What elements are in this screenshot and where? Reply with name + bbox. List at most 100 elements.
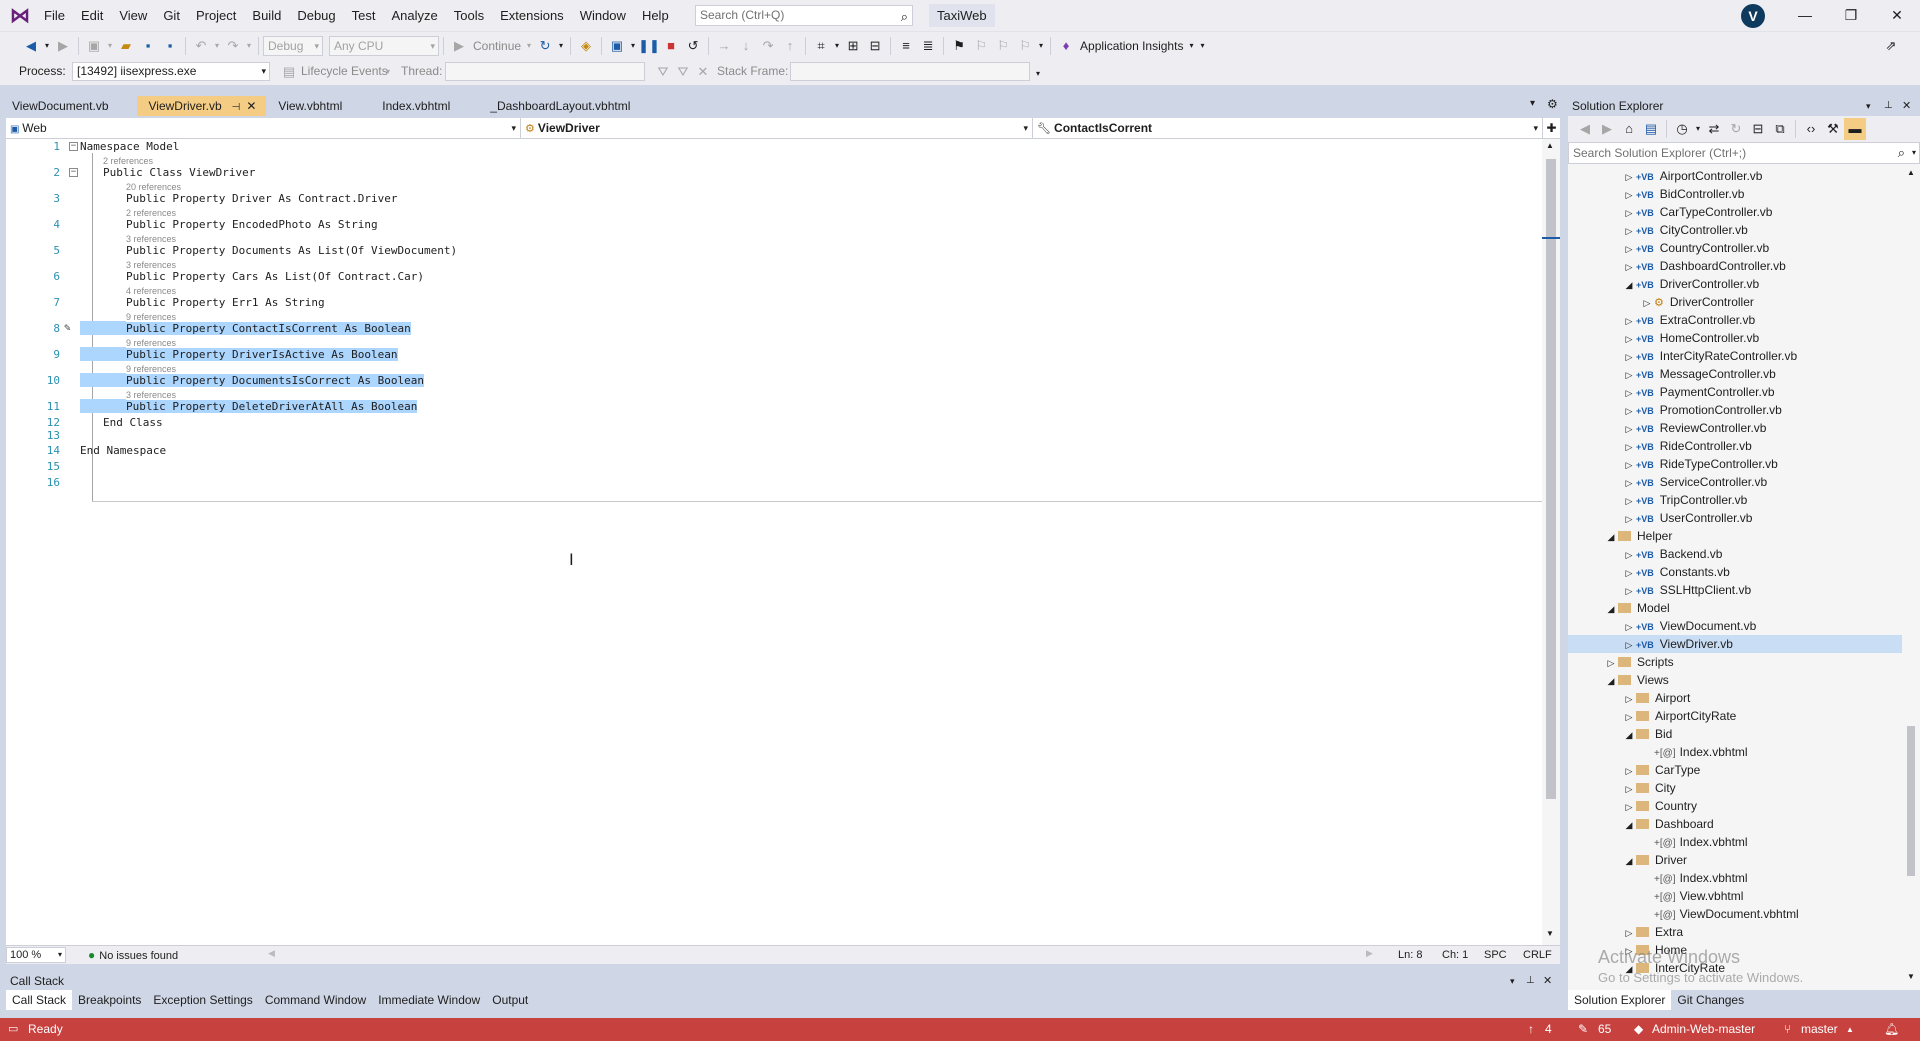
menu-edit[interactable]: Edit	[73, 0, 111, 31]
scroll-thumb[interactable]	[1907, 726, 1915, 876]
split-editor-icon[interactable]: ✚	[1543, 121, 1560, 135]
collapsed-arrow-icon[interactable]: ▷	[1622, 204, 1636, 222]
tree-item[interactable]: ▷ +VB Constants.vb	[1568, 563, 1902, 581]
collapsed-arrow-icon[interactable]: ▷	[1622, 618, 1636, 636]
quick-actions-pencil-icon[interactable]: ✎	[64, 321, 71, 334]
hscroll-left-icon[interactable]: ◀	[268, 948, 275, 959]
pending-changes-count[interactable]: 65	[1598, 1018, 1611, 1041]
tree-item[interactable]: ◢ +VB DriverController.vb	[1568, 275, 1902, 293]
forward-icon[interactable]: ▶	[1596, 118, 1618, 140]
pending-changes-filter-icon[interactable]: ◷	[1671, 118, 1693, 140]
dropdown-arrow-icon[interactable]: ▾	[1036, 35, 1046, 57]
tree-item[interactable]: ◢ Bid	[1568, 725, 1902, 743]
restart-debug-icon[interactable]: ↺	[682, 35, 704, 57]
codelens-references[interactable]: 2 references	[103, 156, 153, 166]
document-tab[interactable]: ViewDriver.vb ⊣ ✕	[136, 96, 267, 116]
bottom-tab-breakpoints[interactable]: Breakpoints	[72, 990, 147, 1010]
restore-icon[interactable]: ❐	[1828, 0, 1874, 31]
pin-icon[interactable]: ⊥	[1884, 96, 1893, 116]
dropdown-arrow-icon[interactable]: ▾	[105, 35, 115, 57]
refresh-icon[interactable]: ↻	[1725, 118, 1747, 140]
menu-help[interactable]: Help	[634, 0, 677, 31]
minimize-icon[interactable]: —	[1782, 0, 1828, 31]
play-icon[interactable]: ▶	[448, 35, 470, 57]
dropdown-arrow-icon[interactable]: ▾	[1693, 118, 1703, 140]
code-line[interactable]: End Class	[103, 416, 163, 430]
collapsed-arrow-icon[interactable]: ▷	[1622, 402, 1636, 420]
member-combo[interactable]: 🔧︎ ContactIsCorrent ▾	[1033, 117, 1543, 139]
browser-link-icon[interactable]: ▣	[606, 35, 628, 57]
dropdown-arrow-icon[interactable]: ▾	[556, 35, 566, 57]
collapsed-arrow-icon[interactable]: ▷	[1622, 636, 1636, 654]
collapsed-arrow-icon[interactable]: ▷	[1622, 312, 1636, 330]
new-project-icon[interactable]: ▣	[83, 35, 105, 57]
type-combo[interactable]: ⚙ ViewDriver ▾	[521, 117, 1033, 139]
dropdown-arrow-icon[interactable]: ▾	[244, 35, 254, 57]
tree-item[interactable]: ▷ Airport	[1568, 689, 1902, 707]
dropdown-arrow-icon[interactable]: ▾	[628, 35, 638, 57]
tree-item[interactable]: ▷ +VB ExtraController.vb	[1568, 311, 1902, 329]
scroll-thumb[interactable]	[1546, 159, 1556, 799]
tree-item[interactable]: ▷ City	[1568, 779, 1902, 797]
code-editor[interactable]: 1 2 3 4 5 6 7 8 9 10 11 12 13 14 15 16 Namespace Model −…	[6, 139, 1546, 945]
configuration-combo[interactable]: Debug ▾	[263, 35, 323, 56]
chevron-down-icon[interactable]: ▾	[1912, 143, 1916, 163]
tree-item[interactable]: ▷ +VB ViewDocument.vb	[1568, 617, 1902, 635]
menu-tools[interactable]: Tools	[446, 0, 492, 31]
hot-reload-icon[interactable]: ◈	[575, 35, 597, 57]
collapse-region-icon[interactable]: −	[69, 168, 78, 177]
tree-item[interactable]: ▷ +VB PromotionController.vb	[1568, 401, 1902, 419]
whitespace-indicator[interactable]: SPC	[1484, 946, 1507, 965]
step-over-icon[interactable]: ↷	[757, 35, 779, 57]
expanded-arrow-icon[interactable]: ◢	[1604, 672, 1618, 690]
window-layout-2-icon[interactable]: ⊟	[864, 35, 886, 57]
dropdown-arrow-icon[interactable]: ▾	[832, 35, 842, 57]
tree-item[interactable]: ▷ +VB ViewDriver.vb	[1568, 635, 1902, 653]
collapsed-arrow-icon[interactable]: ▷	[1622, 420, 1636, 438]
tree-item[interactable]: ▷ +VB ServiceController.vb	[1568, 473, 1902, 491]
tree-item[interactable]: ▷ Extra	[1568, 923, 1902, 941]
close-tab-icon[interactable]: ✕	[246, 99, 256, 113]
collapsed-arrow-icon[interactable]: ▷	[1622, 582, 1636, 600]
solution-tree-scrollbar[interactable]: ▲ ▼	[1902, 166, 1920, 986]
collapsed-arrow-icon[interactable]: ▷	[1622, 168, 1636, 186]
output-window-icon[interactable]: ▭	[8, 1018, 18, 1041]
code-line[interactable]: Public Property Documents As List(Of Vie…	[126, 244, 457, 258]
platform-combo[interactable]: Any CPU ▾	[329, 35, 439, 56]
menu-build[interactable]: Build	[244, 0, 289, 31]
bottom-tab-call-stack[interactable]: Call Stack	[6, 990, 73, 1010]
codelens-references[interactable]: 20 references	[126, 182, 181, 192]
scroll-up-icon[interactable]: ▲	[1546, 141, 1554, 150]
tree-item[interactable]: ▷ +VB RideTypeController.vb	[1568, 455, 1902, 473]
tree-item[interactable]: +[@] ViewDocument.vbhtml	[1568, 905, 1902, 923]
code-line[interactable]: Public Property Driver As Contract.Drive…	[126, 192, 398, 206]
tree-item[interactable]: ▷ ⚙ DriverController	[1568, 293, 1902, 311]
tree-item[interactable]: ▷ +VB MessageController.vb	[1568, 365, 1902, 383]
solution-explorer-search-input[interactable]: Search Solution Explorer (Ctrl+;) ⌕ ▾	[1568, 142, 1920, 164]
bottom-tab-exception-settings[interactable]: Exception Settings	[147, 990, 258, 1010]
document-tab[interactable]: ViewDocument.vb	[0, 96, 119, 116]
redo-icon[interactable]: ↷	[222, 35, 244, 57]
close-panel-icon[interactable]: ✕	[1902, 96, 1911, 116]
switch-views-icon[interactable]: ▤	[1640, 118, 1662, 140]
collapsed-arrow-icon[interactable]: ▷	[1640, 294, 1654, 312]
pin-icon[interactable]: ⊥	[1526, 972, 1535, 990]
expanded-arrow-icon[interactable]: ◢	[1604, 600, 1618, 618]
tree-item[interactable]: ▷ +VB AirportController.vb	[1568, 167, 1902, 185]
codelens-references[interactable]: 4 references	[126, 286, 176, 296]
expanded-arrow-icon[interactable]: ◢	[1604, 528, 1618, 546]
notifications-icon[interactable]: 🔔︎	[1884, 1018, 1899, 1041]
codelens-references[interactable]: 2 references	[126, 208, 176, 218]
collapsed-arrow-icon[interactable]: ▷	[1622, 492, 1636, 510]
code-line[interactable]: Public Property Cars As List(Of Contract…	[126, 270, 424, 284]
tree-item[interactable]: ◢ Helper	[1568, 527, 1902, 545]
collapsed-arrow-icon[interactable]: ▷	[1622, 780, 1636, 798]
show-next-statement-icon[interactable]: →	[713, 35, 735, 57]
back-icon[interactable]: ◀	[1574, 118, 1596, 140]
tree-item[interactable]: ▷ +VB CityController.vb	[1568, 221, 1902, 239]
tree-item[interactable]: ▷ Scripts	[1568, 653, 1902, 671]
solution-tree[interactable]: ▷ +VB AirportController.vb ▷ +VB BidControlle…	[1568, 166, 1902, 986]
code-line[interactable]: End Namespace	[80, 444, 166, 458]
collapsed-arrow-icon[interactable]: ▷	[1622, 564, 1636, 582]
solution-name-badge[interactable]: TaxiWeb	[929, 4, 995, 27]
